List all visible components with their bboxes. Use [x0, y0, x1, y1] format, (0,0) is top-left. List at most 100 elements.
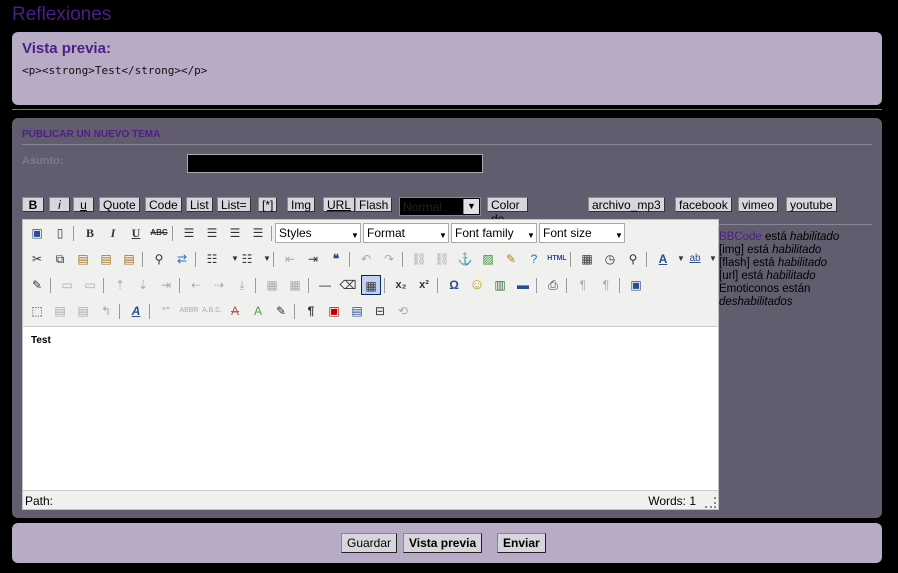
special-char-icon[interactable]: Ω	[444, 275, 464, 295]
anchor-icon[interactable]: ⚓	[455, 249, 475, 269]
font-family-select[interactable]: Font family ▼	[451, 223, 537, 243]
underline-icon[interactable]: U	[126, 223, 146, 243]
preview-icon[interactable]: ⚲	[623, 249, 643, 269]
ltr-icon[interactable]: ¶	[573, 275, 593, 295]
paste-icon[interactable]: ▤	[73, 249, 93, 269]
bbcode-list-button[interactable]: List	[186, 197, 213, 212]
insertion-icon[interactable]: A	[248, 301, 268, 321]
move-backward-icon[interactable]: ▤	[73, 301, 93, 321]
bullet-list-icon[interactable]: ☷	[202, 249, 222, 269]
copy-icon[interactable]: ⧉	[50, 249, 70, 269]
format-select[interactable]: Format ▼	[363, 223, 449, 243]
horizontal-rule-icon[interactable]: —	[315, 275, 335, 295]
bold-icon[interactable]: B	[80, 223, 100, 243]
image-icon[interactable]: ▨	[478, 249, 498, 269]
delete-col-icon[interactable]: ⤓	[232, 275, 252, 295]
undo-icon[interactable]: ↶	[356, 249, 376, 269]
superscript-icon[interactable]: x²	[414, 275, 434, 295]
bbcode-flash-button[interactable]: Flash	[355, 197, 393, 212]
youtube-button[interactable]: youtube	[786, 197, 837, 212]
html-icon[interactable]: HTML	[547, 249, 567, 269]
outdent-icon[interactable]: ⇤	[280, 249, 300, 269]
emoticon-icon[interactable]: ☺	[467, 275, 487, 295]
col-before-icon[interactable]: ⇠	[186, 275, 206, 295]
bbcode-url-button[interactable]: URL	[323, 197, 356, 212]
replace-icon[interactable]: ⇄	[172, 249, 192, 269]
unlink-icon[interactable]: ⛓	[432, 249, 452, 269]
paste-text-icon[interactable]: ▤	[96, 249, 116, 269]
help-icon[interactable]: ?	[524, 249, 544, 269]
find-icon[interactable]: ⚲	[149, 249, 169, 269]
insert-table-icon[interactable]: ✎	[27, 275, 47, 295]
visual-aid-icon[interactable]: ▦	[361, 275, 381, 295]
numbered-list-icon[interactable]: ☷	[237, 249, 257, 269]
text-color-icon[interactable]: A	[653, 249, 673, 269]
background-color-icon[interactable]: ab	[685, 249, 705, 269]
col-after-icon[interactable]: ⇢	[209, 275, 229, 295]
deletion-icon[interactable]: A	[225, 301, 245, 321]
row-after-icon[interactable]: ⇣	[133, 275, 153, 295]
blockquote-icon[interactable]: ❝	[326, 249, 346, 269]
resize-handle-icon[interactable]	[705, 497, 716, 508]
non-breaking-icon[interactable]: ▣	[324, 301, 344, 321]
align-justify-icon[interactable]: ☰	[248, 223, 268, 243]
page-break-icon[interactable]: ⊟	[370, 301, 390, 321]
align-left-icon[interactable]: ☰	[179, 223, 199, 243]
new-document-icon[interactable]: ▯	[50, 223, 70, 243]
indent-icon[interactable]: ⇥	[303, 249, 323, 269]
bbcode-quote-button[interactable]: Quote	[99, 197, 140, 212]
insert-layer-icon[interactable]: ⬚	[27, 301, 47, 321]
bbcode-list-item-button[interactable]: [*]	[258, 197, 278, 212]
bbcode-code-button[interactable]: Code	[145, 197, 182, 212]
rtl-icon[interactable]: ¶	[596, 275, 616, 295]
mp3-button[interactable]: archivo_mp3	[588, 197, 665, 212]
cite-icon[interactable]: “”	[156, 301, 176, 321]
remove-format-icon[interactable]: ⌫	[338, 275, 358, 295]
insert-time-icon[interactable]: ◷	[600, 249, 620, 269]
cut-icon[interactable]: ✂	[27, 249, 47, 269]
attributes-icon[interactable]: ✎	[271, 301, 291, 321]
vimeo-button[interactable]: vimeo	[738, 197, 779, 212]
redo-icon[interactable]: ↷	[379, 249, 399, 269]
styles-select[interactable]: Styles ▼	[275, 223, 361, 243]
delete-row-icon[interactable]: ⇥	[156, 275, 176, 295]
restore-draft-icon[interactable]: ⟲	[393, 301, 413, 321]
cleanup-icon[interactable]: ✎	[501, 249, 521, 269]
bbcode-bold-button[interactable]: B	[22, 197, 44, 212]
bbcode-link[interactable]: BBCode	[719, 231, 762, 243]
abbreviation-icon[interactable]: ABBR	[179, 301, 199, 321]
subject-input[interactable]	[187, 154, 483, 173]
print-icon[interactable]: ⎙	[543, 275, 563, 295]
bbcode-underline-button[interactable]: u	[73, 197, 94, 212]
save-icon[interactable]: ▣	[27, 223, 47, 243]
acronym-icon[interactable]: A.B.C.	[202, 301, 222, 321]
cell-props-icon[interactable]: ▭	[80, 275, 100, 295]
split-cells-icon[interactable]: ▦	[262, 275, 282, 295]
align-right-icon[interactable]: ☰	[225, 223, 245, 243]
template-icon[interactable]: ▤	[347, 301, 367, 321]
facebook-button[interactable]: facebook	[675, 197, 732, 212]
preview-button[interactable]: Vista previa	[403, 533, 483, 553]
submit-button[interactable]: Enviar	[497, 533, 546, 553]
advanced-hr-icon[interactable]: ▬	[513, 275, 533, 295]
row-before-icon[interactable]: ⇡	[110, 275, 130, 295]
bbcode-img-button[interactable]: Img	[287, 197, 316, 212]
insert-date-icon[interactable]: ▦	[577, 249, 597, 269]
editor-content-area[interactable]: Test	[23, 326, 718, 490]
merge-cells-icon[interactable]: ▦	[285, 275, 305, 295]
strikethrough-icon[interactable]: ABC	[149, 223, 169, 243]
row-props-icon[interactable]: ▭	[57, 275, 77, 295]
font-size-select[interactable]: Normal ▼	[399, 197, 481, 216]
media-icon[interactable]: ▥	[490, 275, 510, 295]
subscript-icon[interactable]: x₂	[391, 275, 411, 295]
absolute-icon[interactable]: ↰	[96, 301, 116, 321]
font-size-select[interactable]: Font size ▼	[539, 223, 625, 243]
visual-chars-icon[interactable]: ¶	[301, 301, 321, 321]
chevron-down-icon[interactable]: ▼	[257, 249, 277, 269]
bbcode-italic-button[interactable]: i	[49, 197, 70, 212]
link-icon[interactable]: ⛓	[409, 249, 429, 269]
style-props-icon[interactable]: A	[126, 301, 146, 321]
align-center-icon[interactable]: ☰	[202, 223, 222, 243]
italic-icon[interactable]: I	[103, 223, 123, 243]
bbcode-list-ordered-button[interactable]: List=	[217, 197, 251, 212]
